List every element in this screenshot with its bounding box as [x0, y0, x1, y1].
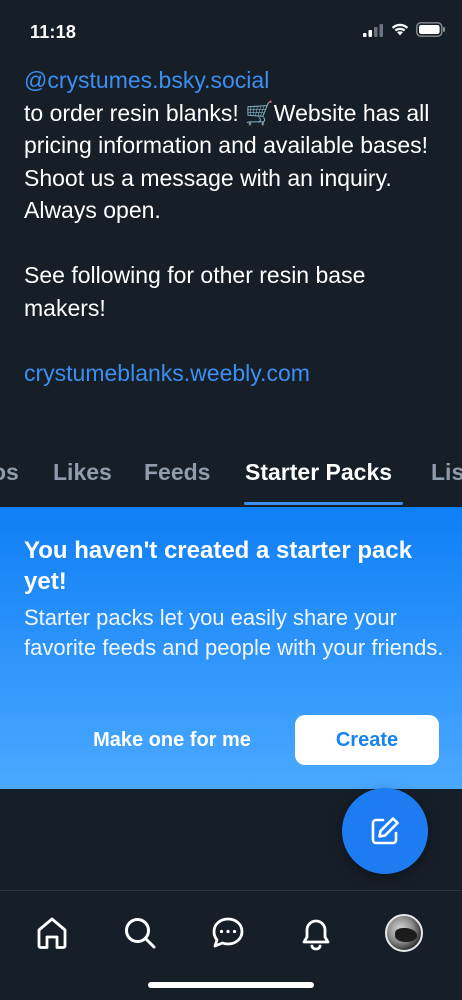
bio-text-1: to order resin blanks! 🛒Website has all … — [24, 99, 430, 224]
tab-likes[interactable]: Likes — [53, 459, 112, 486]
handle-link[interactable]: @crystumes.bsky.social — [24, 67, 269, 93]
bell-icon — [302, 919, 330, 951]
nav-search[interactable] — [118, 911, 162, 955]
starter-pack-card: You haven't created a starter pack yet! … — [0, 507, 462, 789]
chat-icon — [212, 917, 244, 948]
home-icon — [37, 917, 67, 949]
nav-notifications[interactable] — [294, 911, 338, 955]
tab-replies[interactable]: os — [0, 459, 19, 486]
home-indicator — [148, 982, 314, 988]
make-one-for-me-button[interactable]: Make one for me — [72, 715, 272, 765]
website-link[interactable]: crystumeblanks.weebly.com — [24, 360, 310, 386]
card-title: You haven't created a starter pack yet! — [24, 537, 413, 595]
profile-bio: @crystumes.bsky.social to order resin bl… — [24, 64, 444, 389]
battery-icon — [416, 22, 445, 37]
status-time: 11:18 — [30, 22, 77, 42]
signal-icon — [363, 23, 383, 37]
tab-lists[interactable]: Lis — [431, 459, 462, 486]
status-icons — [362, 22, 446, 37]
nav-home[interactable] — [30, 911, 74, 955]
status-bar: 11:18 — [0, 0, 462, 60]
bio-text-2: See following for other resin base maker… — [24, 262, 366, 321]
active-tab-indicator — [244, 502, 403, 505]
nav-chat[interactable] — [206, 911, 250, 955]
tab-starter-packs[interactable]: Starter Packs — [245, 459, 392, 486]
compose-button[interactable] — [342, 788, 428, 874]
tab-feeds[interactable]: Feeds — [144, 459, 210, 486]
create-button[interactable]: Create — [295, 715, 439, 765]
nav-profile[interactable] — [382, 911, 426, 955]
profile-tabs: os Likes Feeds Starter Packs Lis — [0, 447, 462, 507]
avatar — [385, 914, 423, 952]
wifi-icon — [391, 23, 409, 36]
search-icon — [125, 918, 156, 949]
compose-icon — [371, 817, 399, 845]
card-description: Starter packs let you easily share your … — [24, 605, 444, 660]
